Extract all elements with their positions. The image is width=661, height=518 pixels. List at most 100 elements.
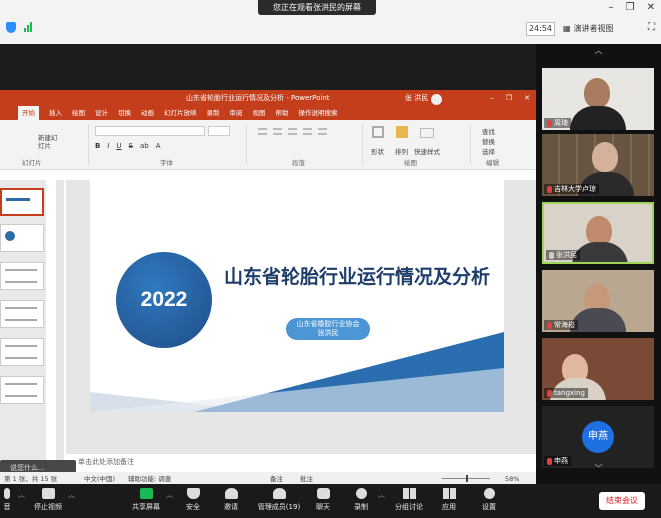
participant-name: 吉林大学卢琼 bbox=[544, 184, 599, 194]
participant-name: 周琦 bbox=[544, 118, 571, 128]
slide-thumbnail[interactable] bbox=[0, 224, 44, 252]
tab-insert[interactable]: 插入 bbox=[49, 106, 62, 120]
settings-button[interactable]: 设置 bbox=[476, 488, 502, 512]
quick-styles-button[interactable]: 快速样式 bbox=[414, 146, 440, 156]
font-name-dropdown[interactable] bbox=[95, 126, 205, 136]
tab-view[interactable]: 视图 bbox=[253, 106, 266, 120]
align-icon[interactable] bbox=[303, 128, 312, 135]
shapes-icon[interactable] bbox=[372, 126, 384, 138]
ppt-close-icon[interactable]: ✕ bbox=[524, 90, 530, 106]
encryption-shield-icon[interactable] bbox=[6, 22, 16, 33]
record-button[interactable]: 录制 bbox=[348, 488, 374, 512]
participants-icon bbox=[272, 488, 286, 499]
security-label: 安全 bbox=[186, 503, 200, 511]
gallery-down-icon[interactable]: ﹀ bbox=[536, 462, 661, 476]
breakout-rooms-icon bbox=[402, 488, 416, 499]
tell-me-search[interactable]: 操作说明搜索 bbox=[299, 106, 338, 120]
viewing-share-banner[interactable]: 您正在观看张洪民的屏幕 bbox=[258, 0, 376, 15]
indent-icon[interactable] bbox=[288, 128, 297, 135]
tab-record[interactable]: 录制 bbox=[207, 106, 220, 120]
share-options-caret[interactable]: ︿ bbox=[166, 490, 173, 500]
network-signal-icon[interactable] bbox=[24, 22, 32, 32]
find-button[interactable]: 查找 bbox=[482, 126, 495, 136]
stop-video-button[interactable]: 停止视频 bbox=[30, 488, 66, 512]
zoom-slider-knob[interactable] bbox=[466, 475, 468, 482]
end-meeting-button[interactable]: 结束会议 bbox=[599, 492, 645, 510]
tab-design[interactable]: 设计 bbox=[95, 106, 108, 120]
view-mode-button[interactable]: ▦ 演讲者视图 bbox=[563, 22, 614, 36]
video-options-caret[interactable]: ︿ bbox=[68, 490, 75, 500]
participant-tile[interactable]: 申燕 申燕 bbox=[542, 406, 654, 468]
bold-button[interactable]: B bbox=[95, 142, 100, 150]
arrange-button[interactable]: 排列 bbox=[395, 146, 408, 156]
participant-tile[interactable]: 吉林大学卢琼 bbox=[542, 134, 654, 196]
italic-button[interactable]: I bbox=[107, 142, 109, 150]
share-screen-button[interactable]: 共享屏幕 bbox=[128, 488, 164, 512]
participant-tile-active-speaker[interactable]: 张洪民 bbox=[542, 202, 654, 264]
numbering-icon[interactable] bbox=[273, 128, 282, 135]
chat-button[interactable]: 聊天 bbox=[310, 488, 336, 512]
slide-scrollbar[interactable] bbox=[523, 180, 536, 454]
arrange-icon[interactable] bbox=[396, 126, 408, 138]
manage-participants-button[interactable]: 管理成员(19) bbox=[254, 488, 304, 512]
audio-options-caret[interactable]: ︿ bbox=[18, 490, 25, 500]
minimize-icon[interactable]: – bbox=[609, 2, 614, 13]
tab-home[interactable]: 开始 bbox=[18, 106, 39, 120]
bullets-icon[interactable] bbox=[258, 128, 267, 135]
thumb-circle bbox=[5, 231, 15, 241]
thumbnail-scrollbar[interactable] bbox=[56, 180, 64, 460]
slide-thumbnail[interactable] bbox=[0, 262, 44, 290]
invite-button[interactable]: 邀请 bbox=[218, 488, 244, 512]
slide-thumbnail[interactable] bbox=[0, 188, 44, 216]
quick-styles-icon[interactable] bbox=[420, 128, 434, 138]
breakout-rooms-button[interactable]: 分组讨论 bbox=[392, 488, 426, 512]
close-icon[interactable]: ✕ bbox=[647, 2, 655, 13]
security-button[interactable]: 安全 bbox=[180, 488, 206, 512]
apps-icon bbox=[442, 488, 456, 499]
underline-button[interactable]: U bbox=[116, 142, 121, 150]
thumb-title-bar bbox=[6, 198, 30, 201]
ppt-user[interactable]: 张 洪民 bbox=[405, 90, 443, 106]
apps-button[interactable]: 应用 bbox=[436, 488, 462, 512]
slide-thumbnail[interactable] bbox=[0, 300, 44, 328]
ppt-minimize-icon[interactable]: – bbox=[490, 90, 494, 106]
slide-thumbnail[interactable] bbox=[0, 376, 44, 404]
select-button[interactable]: 选择 bbox=[482, 146, 495, 156]
user-avatar-icon bbox=[431, 93, 443, 105]
participant-tile[interactable]: tangxing bbox=[542, 338, 654, 400]
current-slide[interactable]: 2022 山东省轮胎行业运行情况及分析 山东省橡胶行业协会 张洪民 bbox=[90, 180, 504, 412]
tab-help[interactable]: 帮助 bbox=[276, 106, 289, 120]
line-spacing-icon[interactable] bbox=[318, 128, 327, 135]
slide-thumbnail[interactable] bbox=[0, 338, 44, 366]
fullscreen-icon[interactable]: ⛶ bbox=[648, 22, 655, 33]
tab-animations[interactable]: 动画 bbox=[141, 106, 154, 120]
manage-participants-label: 管理成员(19) bbox=[257, 503, 301, 511]
ppt-maximize-icon[interactable]: ❐ bbox=[506, 90, 512, 106]
shapes-button[interactable]: 形状 bbox=[371, 146, 384, 156]
new-slide-button[interactable]: 新建幻灯片 bbox=[38, 134, 60, 150]
replace-button[interactable]: 替换 bbox=[482, 136, 495, 146]
tab-draw[interactable]: 绘图 bbox=[72, 106, 85, 120]
gallery-up-icon[interactable]: ︿ bbox=[536, 44, 661, 58]
tab-slideshow[interactable]: 幻灯片放映 bbox=[164, 106, 197, 120]
meeting-info-icons bbox=[6, 22, 32, 33]
font-size-dropdown[interactable] bbox=[208, 126, 230, 136]
participant-tile[interactable]: 周琦 bbox=[542, 68, 654, 130]
record-options-caret[interactable]: ︿ bbox=[378, 490, 385, 500]
strikethrough-button[interactable]: S bbox=[129, 142, 133, 150]
spacing-button[interactable]: ab bbox=[140, 142, 149, 150]
grid-icon: ▦ bbox=[563, 24, 571, 33]
maximize-icon[interactable]: ❐ bbox=[626, 2, 635, 13]
slide-org-pill: 山东省橡胶行业协会 张洪民 bbox=[286, 318, 370, 340]
font-color-button[interactable]: A bbox=[156, 142, 161, 150]
tab-transitions[interactable]: 切换 bbox=[118, 106, 131, 120]
slide-title: 山东省轮胎行业运行情况及分析 bbox=[224, 266, 491, 288]
tab-review[interactable]: 审阅 bbox=[230, 106, 243, 120]
participant-gallery: ︿ 周琦 吉林大学卢琼 张洪民 常海崧 tangxing 申燕 申燕 ﹀ bbox=[536, 44, 661, 484]
window-controls: – ❐ ✕ bbox=[609, 2, 655, 13]
audio-button[interactable]: 音 bbox=[0, 488, 14, 512]
zoom-top-bar: 您正在观看张洪民的屏幕 – ❐ ✕ 24:54 ▦ 演讲者视图 ⛶ bbox=[0, 0, 661, 44]
participant-tile[interactable]: 常海崧 bbox=[542, 270, 654, 332]
security-shield-icon bbox=[186, 488, 200, 499]
notes-pane[interactable]: 单击此处添加备注 bbox=[66, 456, 524, 468]
